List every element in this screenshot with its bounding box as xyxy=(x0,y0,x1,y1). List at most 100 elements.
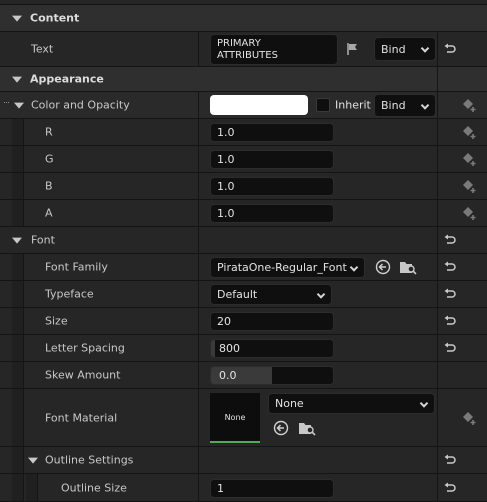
column-divider xyxy=(198,389,199,446)
letter-spacing-value: 800 xyxy=(219,342,240,355)
bind-label: Bind xyxy=(381,99,406,112)
typeface-dropdown[interactable]: Default xyxy=(210,284,332,305)
column-divider xyxy=(198,173,199,199)
reset-arrow-icon[interactable] xyxy=(443,453,457,467)
add-keyframe-icon[interactable] xyxy=(461,179,477,193)
column-divider xyxy=(198,335,199,361)
number-field[interactable]: 1.0 xyxy=(210,177,334,196)
property-channel-b: B 1.0 xyxy=(0,173,487,200)
property-label: R xyxy=(45,125,53,139)
property-channel-g: G 1.0 xyxy=(0,146,487,173)
property-label: Font xyxy=(31,233,55,247)
column-divider xyxy=(198,447,199,473)
bind-dropdown[interactable]: Bind xyxy=(374,37,436,61)
property-label: Font Material xyxy=(45,411,118,424)
property-label: Text xyxy=(31,42,54,56)
property-label: Outline Settings xyxy=(45,453,134,467)
add-keyframe-icon[interactable] xyxy=(461,125,477,139)
use-selected-asset-icon[interactable] xyxy=(375,259,391,275)
indent-guide xyxy=(12,474,24,501)
property-font-family: Font Family PirataOne-Regular_Font xyxy=(0,254,487,281)
property-label: B xyxy=(45,179,53,193)
property-channel-r: R 1.0 xyxy=(0,119,487,146)
reset-arrow-icon[interactable] xyxy=(443,260,457,274)
indent-guide xyxy=(12,200,24,226)
chevron-down-icon xyxy=(420,100,430,110)
add-keyframe-icon[interactable] xyxy=(461,152,477,166)
skew-slider[interactable]: 0.0 xyxy=(210,366,334,385)
column-divider xyxy=(198,146,199,172)
inherit-checkbox[interactable] xyxy=(316,98,330,112)
number-field[interactable]: 1.0 xyxy=(210,150,334,169)
font-family-dropdown[interactable]: PirataOne-Regular_Font xyxy=(210,257,365,278)
text-field[interactable]: PRIMARY ATTRIBUTES xyxy=(210,34,338,65)
reset-arrow-icon[interactable] xyxy=(443,233,457,247)
property-size: Size 20 xyxy=(0,308,487,335)
font-family-value: PirataOne-Regular_Font xyxy=(217,261,347,274)
column-divider xyxy=(437,32,438,502)
reset-arrow-icon[interactable] xyxy=(443,314,457,328)
bind-dropdown[interactable]: Bind xyxy=(374,94,436,117)
category-appearance[interactable]: Appearance xyxy=(0,67,487,92)
column-divider xyxy=(198,254,199,280)
reset-arrow-icon[interactable] xyxy=(443,42,457,56)
property-skew-amount: Skew Amount 0.0 xyxy=(0,362,487,389)
property-color-opacity: Color and Opacity Inherit Bind xyxy=(0,92,487,119)
number-field[interactable]: 1.0 xyxy=(210,123,334,142)
add-keyframe-icon[interactable] xyxy=(461,206,477,220)
chevron-down-icon xyxy=(419,398,429,408)
property-label: G xyxy=(45,152,54,166)
indent-guide xyxy=(12,308,24,334)
typeface-value: Default xyxy=(217,288,258,301)
material-dropdown[interactable]: None xyxy=(268,393,435,414)
chevron-down-icon xyxy=(316,289,326,299)
color-swatch[interactable] xyxy=(210,95,308,115)
category-title: Content xyxy=(30,11,80,25)
browse-asset-icon[interactable] xyxy=(399,259,417,275)
property-label: Letter Spacing xyxy=(45,341,125,355)
material-value: None xyxy=(275,397,304,410)
category-content[interactable]: Content xyxy=(0,5,487,32)
column-divider xyxy=(198,32,199,66)
add-keyframe-icon[interactable] xyxy=(461,98,477,112)
column-divider xyxy=(198,119,199,145)
reset-arrow-icon[interactable] xyxy=(443,481,457,495)
property-outline-settings[interactable]: Outline Settings xyxy=(0,447,487,474)
property-font-group[interactable]: Font xyxy=(0,227,487,254)
drag-handle[interactable] xyxy=(4,102,9,103)
use-selected-asset-icon[interactable] xyxy=(273,420,289,436)
category-title: Appearance xyxy=(30,72,104,86)
indent-guide xyxy=(12,389,24,446)
indent-guide xyxy=(12,335,24,361)
indent-guide xyxy=(12,119,24,145)
chevron-down-icon[interactable] xyxy=(12,237,22,244)
property-label: Color and Opacity xyxy=(31,98,130,112)
column-divider xyxy=(198,200,199,226)
chevron-down-icon[interactable] xyxy=(12,76,22,83)
chevron-down-icon[interactable] xyxy=(12,15,22,22)
chevron-down-icon[interactable] xyxy=(14,102,24,109)
column-divider xyxy=(198,362,199,388)
outline-size-field[interactable]: 1 xyxy=(210,479,334,498)
chevron-down-icon[interactable] xyxy=(28,457,38,464)
bind-label: Bind xyxy=(381,42,406,56)
property-label: Font Family xyxy=(45,260,108,274)
property-label: Outline Size xyxy=(61,481,127,494)
letter-spacing-field[interactable]: 800 xyxy=(210,339,334,358)
column-divider xyxy=(198,474,199,501)
indent-guide xyxy=(12,146,24,172)
property-label: Typeface xyxy=(45,287,94,301)
reset-arrow-icon[interactable] xyxy=(443,287,457,301)
flag-icon[interactable] xyxy=(346,42,360,56)
property-text: Text PRIMARY ATTRIBUTES Bind xyxy=(0,32,487,67)
number-field[interactable]: 1.0 xyxy=(210,204,334,223)
column-divider xyxy=(198,92,199,118)
property-channel-a: A 1.0 xyxy=(0,200,487,227)
property-label: A xyxy=(45,206,53,220)
reset-arrow-icon[interactable] xyxy=(443,341,457,355)
browse-asset-icon[interactable] xyxy=(298,420,316,436)
add-keyframe-icon[interactable] xyxy=(461,411,477,425)
size-field[interactable]: 20 xyxy=(210,312,334,331)
indent-guide xyxy=(26,474,38,501)
material-thumbnail[interactable]: None xyxy=(210,393,260,443)
